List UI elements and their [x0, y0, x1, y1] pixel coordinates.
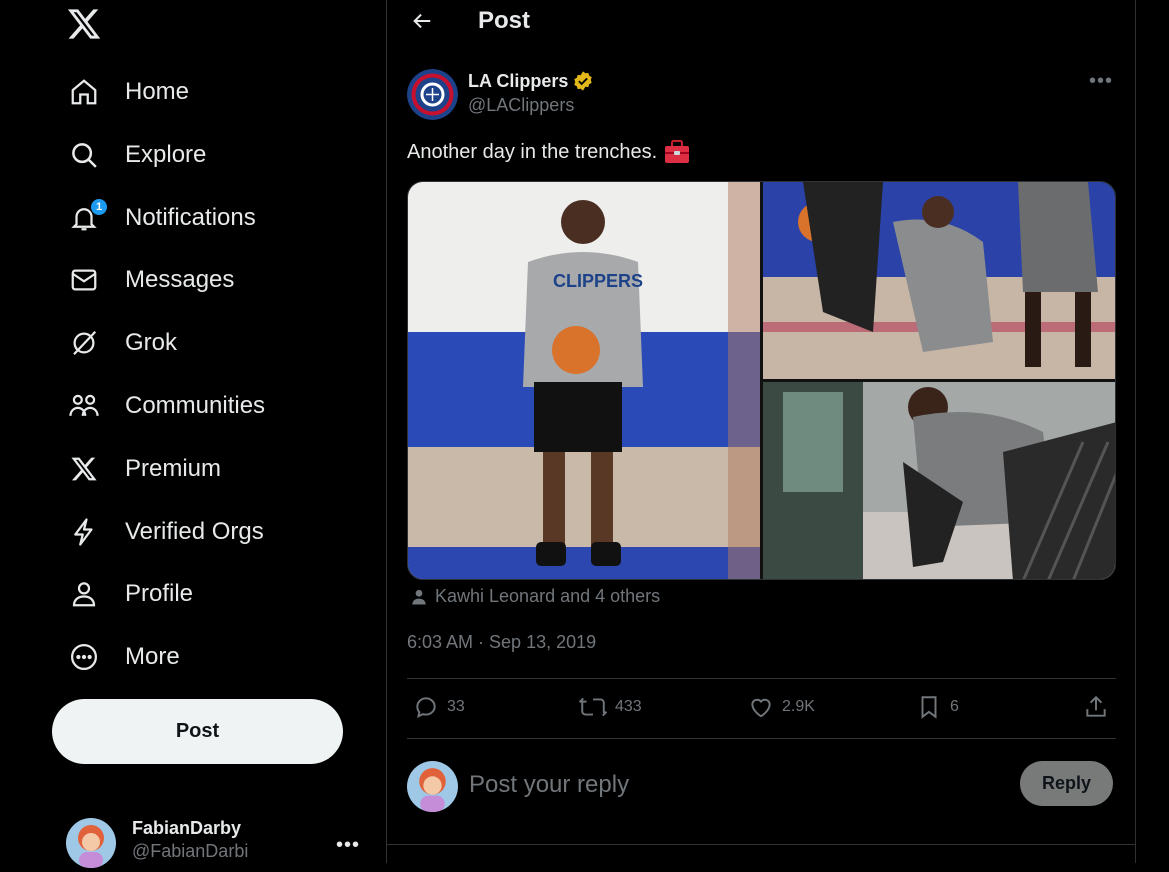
bell-icon: 1 [68, 198, 108, 234]
nav-label: Premium [125, 455, 222, 482]
share-action[interactable] [1083, 694, 1109, 720]
bookmark-icon [921, 696, 937, 719]
lightning-icon [68, 516, 100, 548]
like-count: 2.9K [782, 698, 815, 715]
person-icon [68, 578, 100, 610]
account-handle: @FabianDarbi [132, 841, 249, 861]
main-column: Post LA Clippers @LAClippers ••• Another… [386, 0, 1136, 863]
verified-badge-icon [572, 70, 594, 92]
nav-more[interactable]: More [52, 631, 196, 683]
account-name: FabianDarby [132, 818, 242, 838]
author-handle[interactable]: @LAClippers [468, 95, 574, 116]
avatar [407, 761, 458, 812]
nav-label: Grok [125, 329, 178, 356]
x-logo-icon [68, 453, 100, 485]
envelope-icon [68, 264, 100, 296]
nav-verified-orgs[interactable]: Verified Orgs [52, 506, 280, 558]
reply-icon [416, 697, 436, 718]
repost-count: 433 [615, 698, 642, 715]
reply-button[interactable]: Reply [1020, 761, 1113, 806]
more-circle-icon [68, 641, 100, 673]
grok-icon [68, 327, 100, 359]
photo-3[interactable] [763, 382, 1115, 579]
person-icon [412, 589, 426, 604]
more-horizontal-icon[interactable]: ••• [336, 834, 360, 857]
bookmark-action[interactable]: 6 [916, 694, 959, 720]
nav-notifications[interactable]: 1 Notifications [52, 192, 272, 244]
reply-input[interactable] [469, 765, 989, 805]
communities-icon [68, 390, 100, 422]
nav-label: Verified Orgs [125, 518, 264, 545]
nav-grok[interactable]: Grok [52, 317, 193, 369]
svg-text:CLIPPERS: CLIPPERS [553, 271, 643, 291]
nav-label: Profile [125, 580, 194, 607]
nav-label: Notifications [125, 204, 256, 231]
nav-profile[interactable]: Profile [52, 568, 209, 620]
nav-label: More [125, 643, 180, 670]
repost-icon [579, 697, 607, 717]
like-action[interactable]: 2.9K [748, 694, 815, 720]
nav-label: Communities [125, 392, 266, 419]
page-title: Post [478, 7, 531, 34]
sidebar: Home Explore 1 Notifications Messages Gr… [0, 0, 387, 868]
nav-label: Home [125, 78, 190, 105]
author-avatar[interactable] [407, 69, 458, 120]
timestamp[interactable]: 6:03 AM · Sep 13, 2019 [407, 632, 596, 653]
photo-2[interactable] [763, 182, 1115, 379]
nav-label: Messages [125, 266, 235, 293]
author-name-text: LA Clippers [468, 70, 569, 91]
author-name[interactable]: LA Clippers [468, 70, 594, 92]
tagged-text: Kawhi Leonard and 4 others [435, 586, 661, 606]
header: Post [387, 0, 1135, 42]
account-switcher[interactable]: FabianDarby @FabianDarbi ••• [52, 812, 372, 872]
toolbox-emoji-icon [663, 139, 691, 165]
search-icon [68, 139, 100, 171]
nav-label: Explore [125, 141, 207, 168]
back-arrow-icon[interactable] [407, 6, 437, 36]
notification-badge: 1 [90, 198, 108, 216]
bookmark-count: 6 [950, 698, 959, 715]
repost-action[interactable]: 433 [579, 694, 642, 720]
x-logo-icon[interactable] [66, 6, 102, 42]
nav-messages[interactable]: Messages [52, 254, 250, 306]
nav-premium[interactable]: Premium [52, 443, 237, 495]
home-icon [68, 76, 100, 108]
photo-1[interactable]: CLIPPERS [408, 182, 760, 579]
avatar [66, 818, 116, 868]
tweet-text-content: Another day in the trenches. [407, 140, 658, 163]
divider [387, 844, 1135, 845]
nav-explore[interactable]: Explore [52, 129, 222, 181]
media-grid: CLIPPERS [407, 181, 1116, 580]
reply-count: 33 [447, 698, 465, 715]
tagged-users[interactable]: Kawhi Leonard and 4 others [409, 586, 660, 607]
nav-home[interactable]: Home [52, 66, 205, 118]
more-horizontal-icon[interactable]: ••• [1089, 70, 1113, 93]
share-icon [1086, 695, 1106, 717]
tweet-text: Another day in the trenches. [407, 139, 691, 165]
nav-communities[interactable]: Communities [52, 380, 281, 432]
post-button[interactable]: Post [52, 699, 343, 764]
reply-action[interactable]: 33 [413, 694, 465, 720]
heart-icon [751, 698, 771, 718]
action-bar: 33 433 2.9K 6 [407, 678, 1116, 739]
